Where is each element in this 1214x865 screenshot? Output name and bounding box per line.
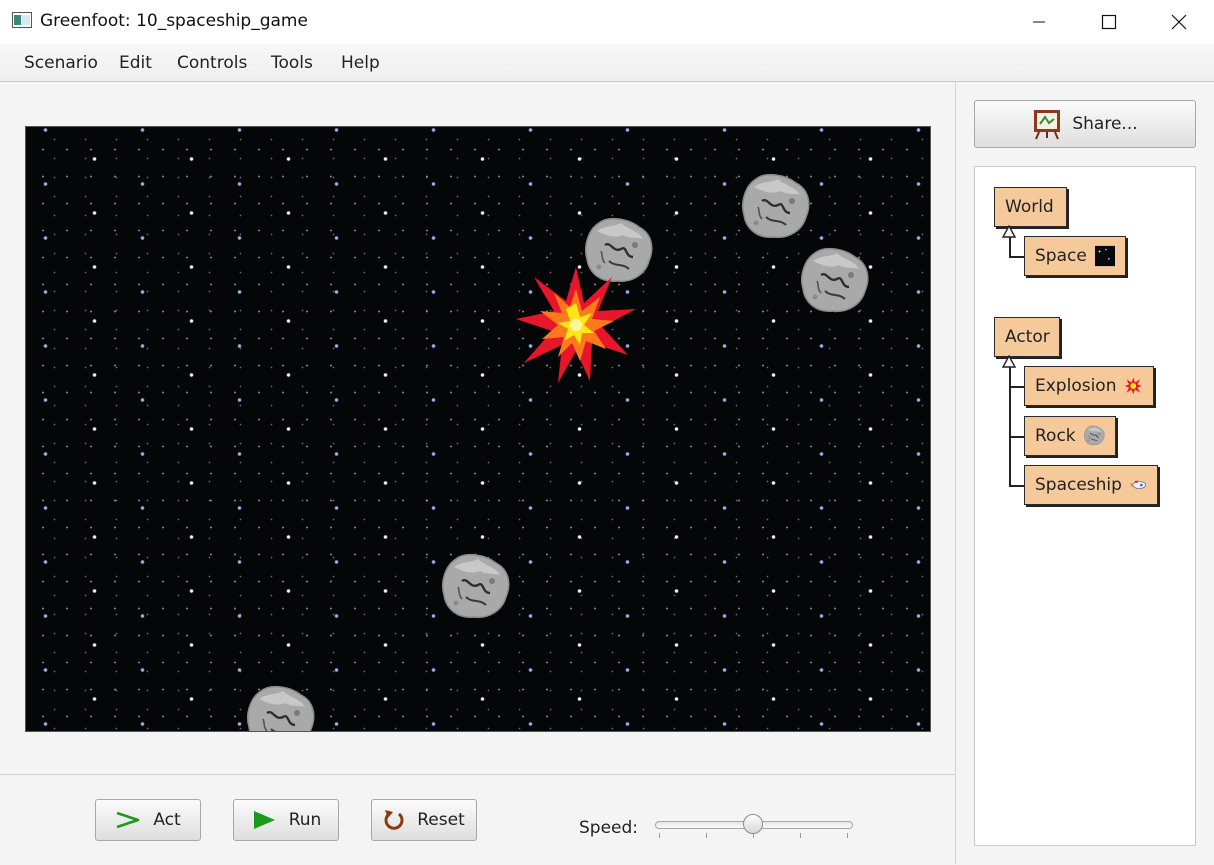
act-label: Act (153, 810, 181, 830)
reset-button[interactable]: Reset (371, 799, 477, 841)
slider-tick (800, 833, 801, 838)
class-diagram: World Space Actor Explosion Rock Spacesh… (974, 166, 1196, 846)
minimize-button[interactable] (1004, 0, 1074, 44)
tree-line (1009, 256, 1024, 258)
tree-line (1009, 237, 1011, 257)
easel-icon (1034, 110, 1061, 140)
act-icon (116, 811, 140, 829)
act-button[interactable]: Act (95, 799, 201, 841)
share-label: Share... (1072, 114, 1138, 134)
class-label: Actor (1005, 327, 1050, 347)
class-rock[interactable]: Rock (1024, 416, 1116, 456)
menu-controls[interactable]: Controls (177, 53, 247, 73)
tree-line (1009, 367, 1011, 486)
tree-line (1009, 436, 1024, 438)
explosion-actor[interactable] (514, 263, 638, 387)
close-button[interactable] (1144, 0, 1214, 44)
class-label: Explosion (1035, 376, 1117, 396)
rock-actor[interactable] (742, 173, 812, 243)
tree-line (1009, 386, 1024, 388)
spaceship-icon (1130, 480, 1146, 489)
greenfoot-app-icon (12, 12, 32, 28)
rock-actor[interactable] (801, 247, 871, 317)
play-icon (253, 811, 275, 829)
panel-divider (955, 82, 956, 864)
maximize-button[interactable] (1074, 0, 1144, 44)
space-thumbnail-icon (1094, 245, 1115, 267)
rock-actor[interactable] (245, 685, 319, 732)
slider-tick (847, 833, 848, 838)
explosion-icon (1125, 377, 1143, 395)
slider-tick (659, 833, 660, 838)
class-label: World (1005, 197, 1054, 217)
class-label: Rock (1035, 426, 1076, 446)
class-label: Spaceship (1035, 475, 1122, 495)
maximize-icon (1101, 14, 1117, 30)
tree-line (1009, 485, 1024, 487)
menu-scenario[interactable]: Scenario (24, 53, 98, 73)
window-title: Greenfoot: 10_spaceship_game (40, 11, 308, 31)
menu-help[interactable]: Help (341, 53, 380, 73)
menu-tools[interactable]: Tools (271, 53, 313, 73)
minimize-icon (1033, 21, 1045, 23)
class-world[interactable]: World (994, 187, 1067, 227)
world-canvas[interactable] (25, 126, 931, 732)
reset-icon (384, 810, 404, 830)
close-icon (1171, 14, 1187, 30)
menu-edit[interactable]: Edit (119, 53, 152, 73)
title-bar: Greenfoot: 10_spaceship_game (0, 0, 1214, 44)
share-button[interactable]: Share... (974, 100, 1196, 148)
execution-controls: Act Run Reset Speed: (0, 774, 955, 865)
speed-slider-thumb[interactable] (743, 814, 763, 834)
class-label: Space (1035, 246, 1087, 266)
class-space[interactable]: Space (1024, 236, 1126, 276)
rock-actor[interactable] (440, 553, 514, 623)
class-actor[interactable]: Actor (994, 317, 1060, 357)
run-button[interactable]: Run (233, 799, 339, 841)
speed-label: Speed: (579, 818, 639, 838)
run-label: Run (288, 810, 322, 830)
class-explosion[interactable]: Explosion (1024, 366, 1154, 406)
reset-label: Reset (417, 810, 465, 830)
slider-tick (706, 833, 707, 838)
rock-icon (1083, 425, 1105, 446)
class-spaceship[interactable]: Spaceship (1024, 465, 1158, 505)
menu-bar: Scenario Edit Controls Tools Help (0, 44, 1214, 82)
